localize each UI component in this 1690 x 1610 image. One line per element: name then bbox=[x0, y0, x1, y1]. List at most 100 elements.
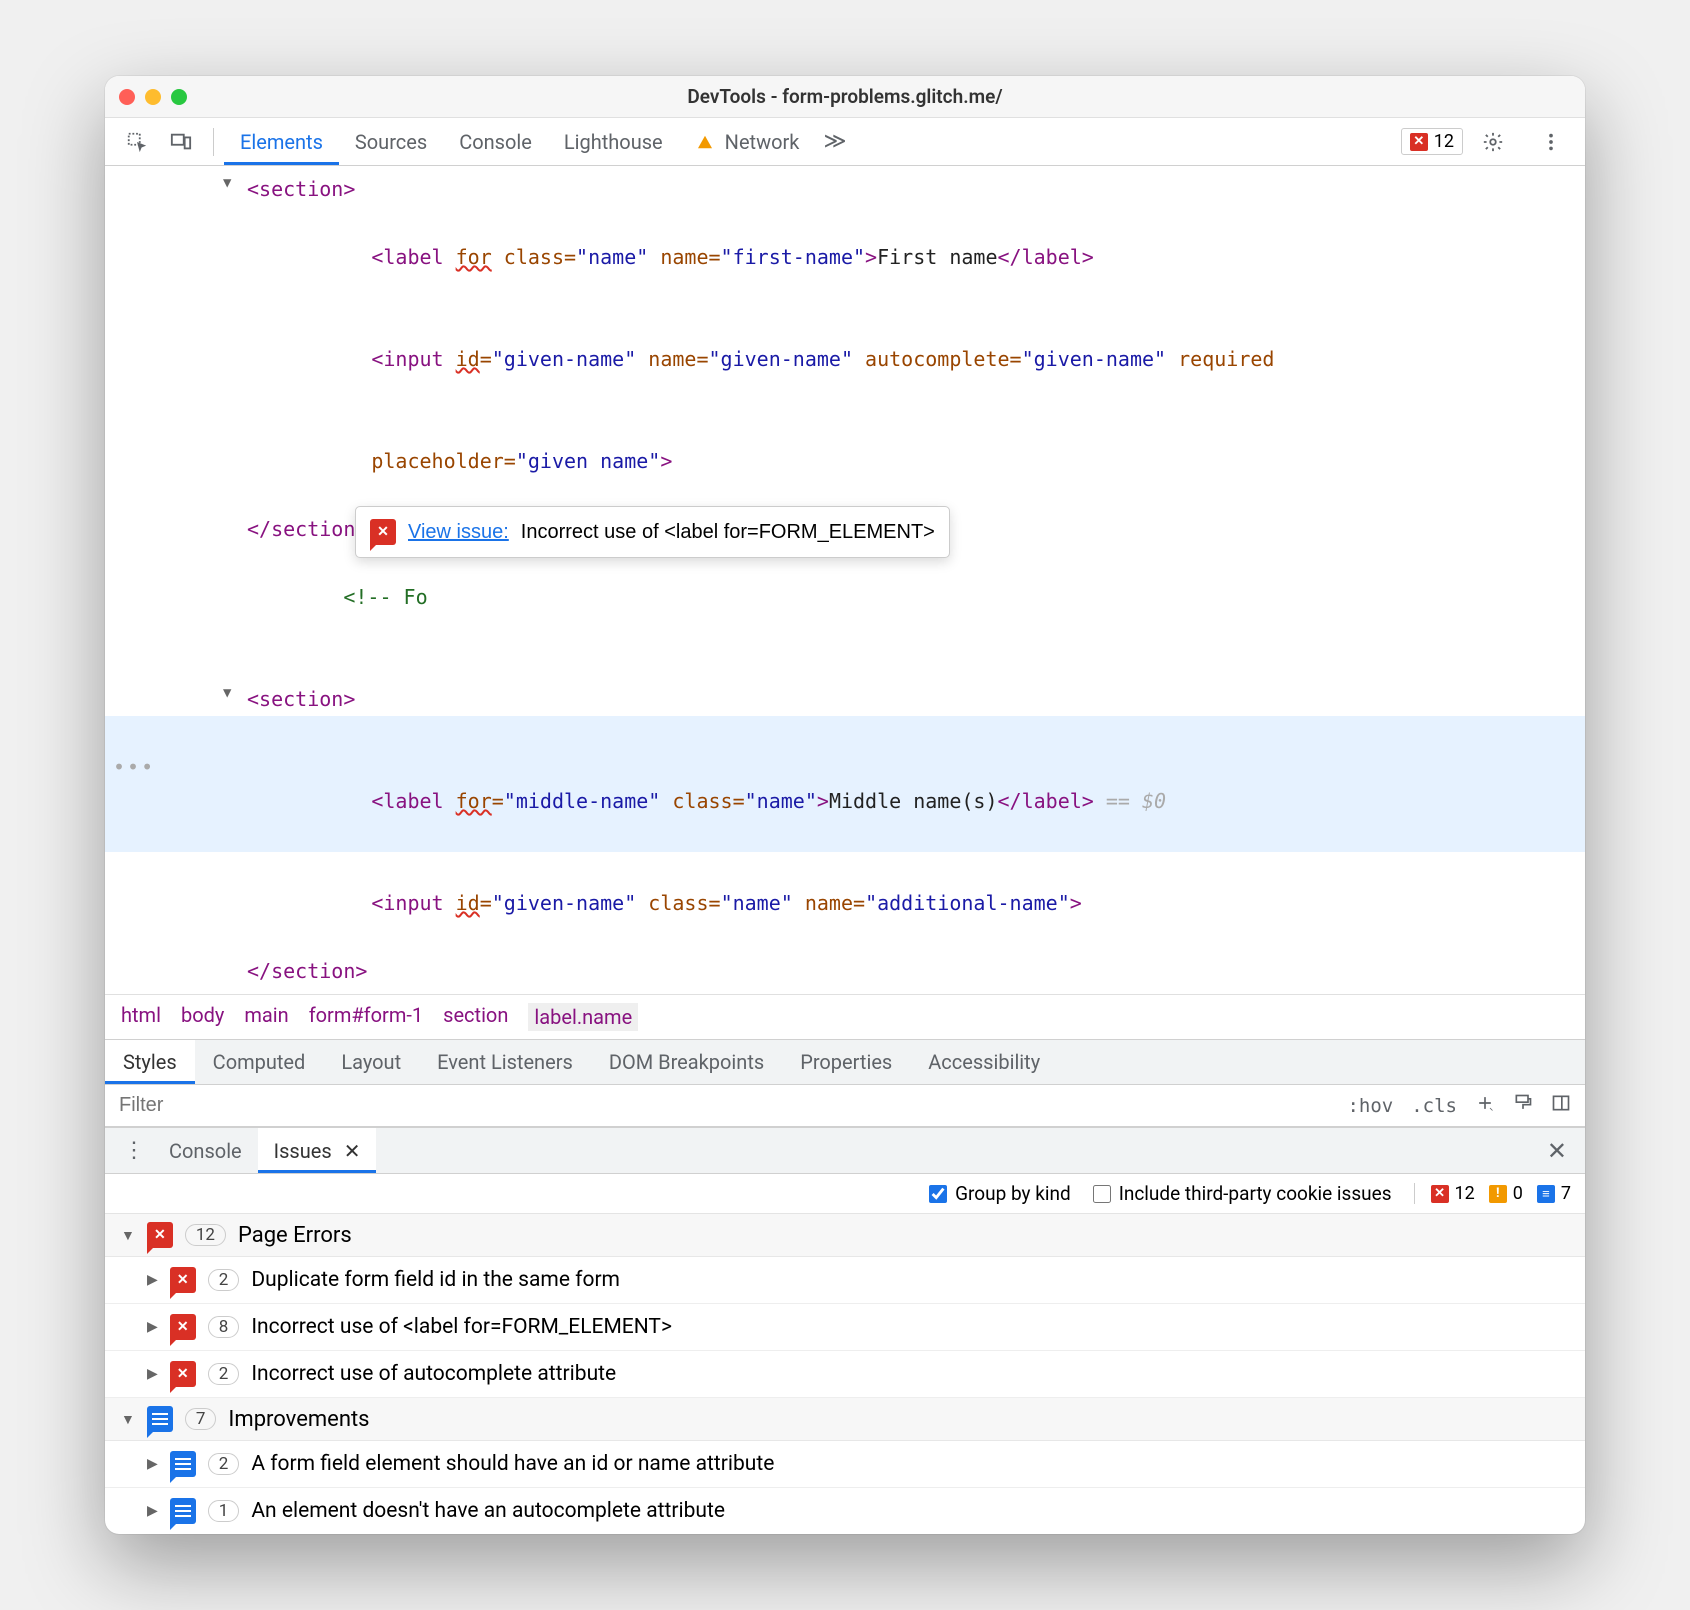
tab-computed[interactable]: Computed bbox=[195, 1040, 324, 1084]
settings-icon[interactable] bbox=[1477, 126, 1509, 158]
tab-dom-breakpoints[interactable]: DOM Breakpoints bbox=[591, 1040, 782, 1084]
issue-row[interactable]: ▶ ✕ 2 Incorrect use of autocomplete attr… bbox=[105, 1351, 1585, 1398]
issue-row[interactable]: ▶ 1 An element doesn't have an autocompl… bbox=[105, 1488, 1585, 1534]
dom-tag: > bbox=[660, 449, 672, 473]
checkbox-label: Include third-party cookie issues bbox=[1119, 1182, 1392, 1205]
tab-network[interactable]: Network bbox=[679, 118, 816, 165]
error-icon: ✕ bbox=[370, 519, 396, 545]
hov-toggle[interactable]: :hov bbox=[1347, 1095, 1393, 1117]
tab-properties[interactable]: Properties bbox=[782, 1040, 910, 1084]
more-tabs-icon[interactable]: ≫ bbox=[823, 129, 846, 154]
drawer-tab-issues[interactable]: Issues ✕ bbox=[258, 1128, 377, 1173]
dom-attr: name= bbox=[648, 245, 720, 269]
tab-label: Lighthouse bbox=[564, 130, 663, 154]
issue-count-pill: 2 bbox=[208, 1269, 240, 1291]
issue-count-pill: 8 bbox=[208, 1316, 240, 1338]
panel-tabs: Elements Sources Console Lighthouse Netw… bbox=[224, 118, 815, 165]
tab-accessibility[interactable]: Accessibility bbox=[910, 1040, 1058, 1084]
issue-row[interactable]: ▶ ✕ 8 Incorrect use of <label for=FORM_E… bbox=[105, 1304, 1585, 1351]
styles-filter-input[interactable] bbox=[105, 1094, 1333, 1117]
tab-sources[interactable]: Sources bbox=[339, 118, 443, 165]
dom-tag: </section> bbox=[247, 959, 367, 983]
separator bbox=[213, 128, 214, 156]
kebab-menu-icon[interactable] bbox=[1535, 126, 1567, 158]
chevron-right-icon: ▶ bbox=[147, 1456, 158, 1472]
device-toolbar-icon[interactable] bbox=[165, 126, 197, 158]
dom-attr: name= bbox=[793, 891, 865, 915]
close-window-button[interactable] bbox=[119, 89, 135, 105]
crumb-form[interactable]: form#form-1 bbox=[309, 1003, 423, 1031]
inspect-icon[interactable] bbox=[121, 126, 153, 158]
close-tab-icon[interactable]: ✕ bbox=[344, 1139, 361, 1163]
minimize-window-button[interactable] bbox=[145, 89, 161, 105]
tab-styles[interactable]: Styles bbox=[105, 1040, 195, 1084]
drawer-menu-icon[interactable]: ⋮ bbox=[115, 1138, 153, 1163]
tab-layout[interactable]: Layout bbox=[323, 1040, 419, 1084]
dom-attr: for bbox=[456, 789, 492, 813]
row-actions-icon[interactable]: ••• bbox=[113, 750, 155, 784]
titlebar: DevTools - form-problems.glitch.me/ bbox=[105, 76, 1585, 118]
new-rule-icon[interactable] bbox=[1475, 1093, 1495, 1118]
dom-val: "name" bbox=[576, 245, 648, 269]
issue-group-page-errors[interactable]: ▼ ✕ 12 Page Errors bbox=[105, 1214, 1585, 1257]
third-party-checkbox[interactable]: Include third-party cookie issues bbox=[1093, 1182, 1392, 1205]
view-issue-link[interactable]: View issue: bbox=[408, 515, 509, 549]
dom-val: "name" bbox=[745, 789, 817, 813]
dom-tag: <section> bbox=[247, 177, 355, 201]
dom-attr: = bbox=[480, 891, 492, 915]
crumb-section[interactable]: section bbox=[443, 1003, 508, 1031]
warning-icon: ! bbox=[1489, 1185, 1507, 1203]
issue-counts: ✕12 !0 ≡7 bbox=[1414, 1183, 1571, 1204]
breadcrumb-trail: html body main form#form-1 section label… bbox=[105, 994, 1585, 1039]
dom-attr: = bbox=[480, 347, 492, 371]
error-count-badge[interactable]: ✕ 12 bbox=[1401, 128, 1463, 155]
traffic-lights bbox=[119, 89, 187, 105]
dom-val: "first-name" bbox=[721, 245, 866, 269]
dom-tree[interactable]: ▼<section> <label for class="name" name=… bbox=[105, 166, 1585, 994]
crumb-body[interactable]: body bbox=[181, 1003, 224, 1031]
error-icon: ✕ bbox=[170, 1361, 196, 1387]
issue-group-improvements[interactable]: ▼ 7 Improvements bbox=[105, 1398, 1585, 1441]
dom-attr: autocomplete= bbox=[853, 347, 1022, 371]
drawer-tab-console[interactable]: Console bbox=[153, 1128, 258, 1173]
zoom-window-button[interactable] bbox=[171, 89, 187, 105]
tab-elements[interactable]: Elements bbox=[224, 118, 339, 165]
issue-row[interactable]: ▶ 2 A form field element should have an … bbox=[105, 1441, 1585, 1488]
crumb-label[interactable]: label.name bbox=[528, 1003, 638, 1031]
dom-val: "middle-name" bbox=[504, 789, 661, 813]
group-by-kind-checkbox[interactable]: Group by kind bbox=[929, 1182, 1071, 1205]
dom-tag: </label> bbox=[998, 789, 1094, 813]
dom-tag: > bbox=[865, 245, 877, 269]
toggle-sidebar-icon[interactable] bbox=[1551, 1093, 1571, 1118]
crumb-html[interactable]: html bbox=[121, 1003, 161, 1031]
close-drawer-icon[interactable]: ✕ bbox=[1539, 1137, 1575, 1165]
tab-label: Elements bbox=[240, 130, 323, 154]
issue-text: A form field element should have an id o… bbox=[251, 1452, 774, 1476]
dom-val: "given name" bbox=[516, 449, 661, 473]
dom-tag: </section> bbox=[247, 517, 367, 541]
dom-attr: class= bbox=[492, 245, 576, 269]
dom-tag: > bbox=[1070, 891, 1082, 915]
tab-event-listeners[interactable]: Event Listeners bbox=[419, 1040, 591, 1084]
chevron-right-icon: ▶ bbox=[147, 1319, 158, 1335]
dom-val: "given-name" bbox=[492, 891, 637, 915]
info-count: ≡7 bbox=[1537, 1183, 1571, 1204]
issue-text: Incorrect use of autocomplete attribute bbox=[251, 1362, 616, 1386]
tab-console[interactable]: Console bbox=[443, 118, 548, 165]
info-icon bbox=[170, 1498, 196, 1524]
dom-val: "given-name" bbox=[709, 347, 854, 371]
error-icon: ✕ bbox=[1431, 1185, 1449, 1203]
tab-lighthouse[interactable]: Lighthouse bbox=[548, 118, 679, 165]
issue-row[interactable]: ▶ ✕ 2 Duplicate form field id in the sam… bbox=[105, 1257, 1585, 1304]
issues-toolbar: Group by kind Include third-party cookie… bbox=[105, 1174, 1585, 1214]
drawer: ⋮ Console Issues ✕ ✕ Group by kind Inclu… bbox=[105, 1127, 1585, 1534]
cls-toggle[interactable]: .cls bbox=[1411, 1095, 1457, 1117]
issue-tooltip: ✕ View issue: Incorrect use of <label fo… bbox=[355, 506, 950, 558]
dom-tag: <label bbox=[371, 789, 455, 813]
crumb-main[interactable]: main bbox=[244, 1003, 288, 1031]
main-toolbar: Elements Sources Console Lighthouse Netw… bbox=[105, 118, 1585, 166]
dom-text: First name bbox=[877, 245, 997, 269]
paint-icon[interactable] bbox=[1513, 1093, 1533, 1118]
tab-label: Issues bbox=[274, 1139, 332, 1163]
dom-val: "name" bbox=[721, 891, 793, 915]
